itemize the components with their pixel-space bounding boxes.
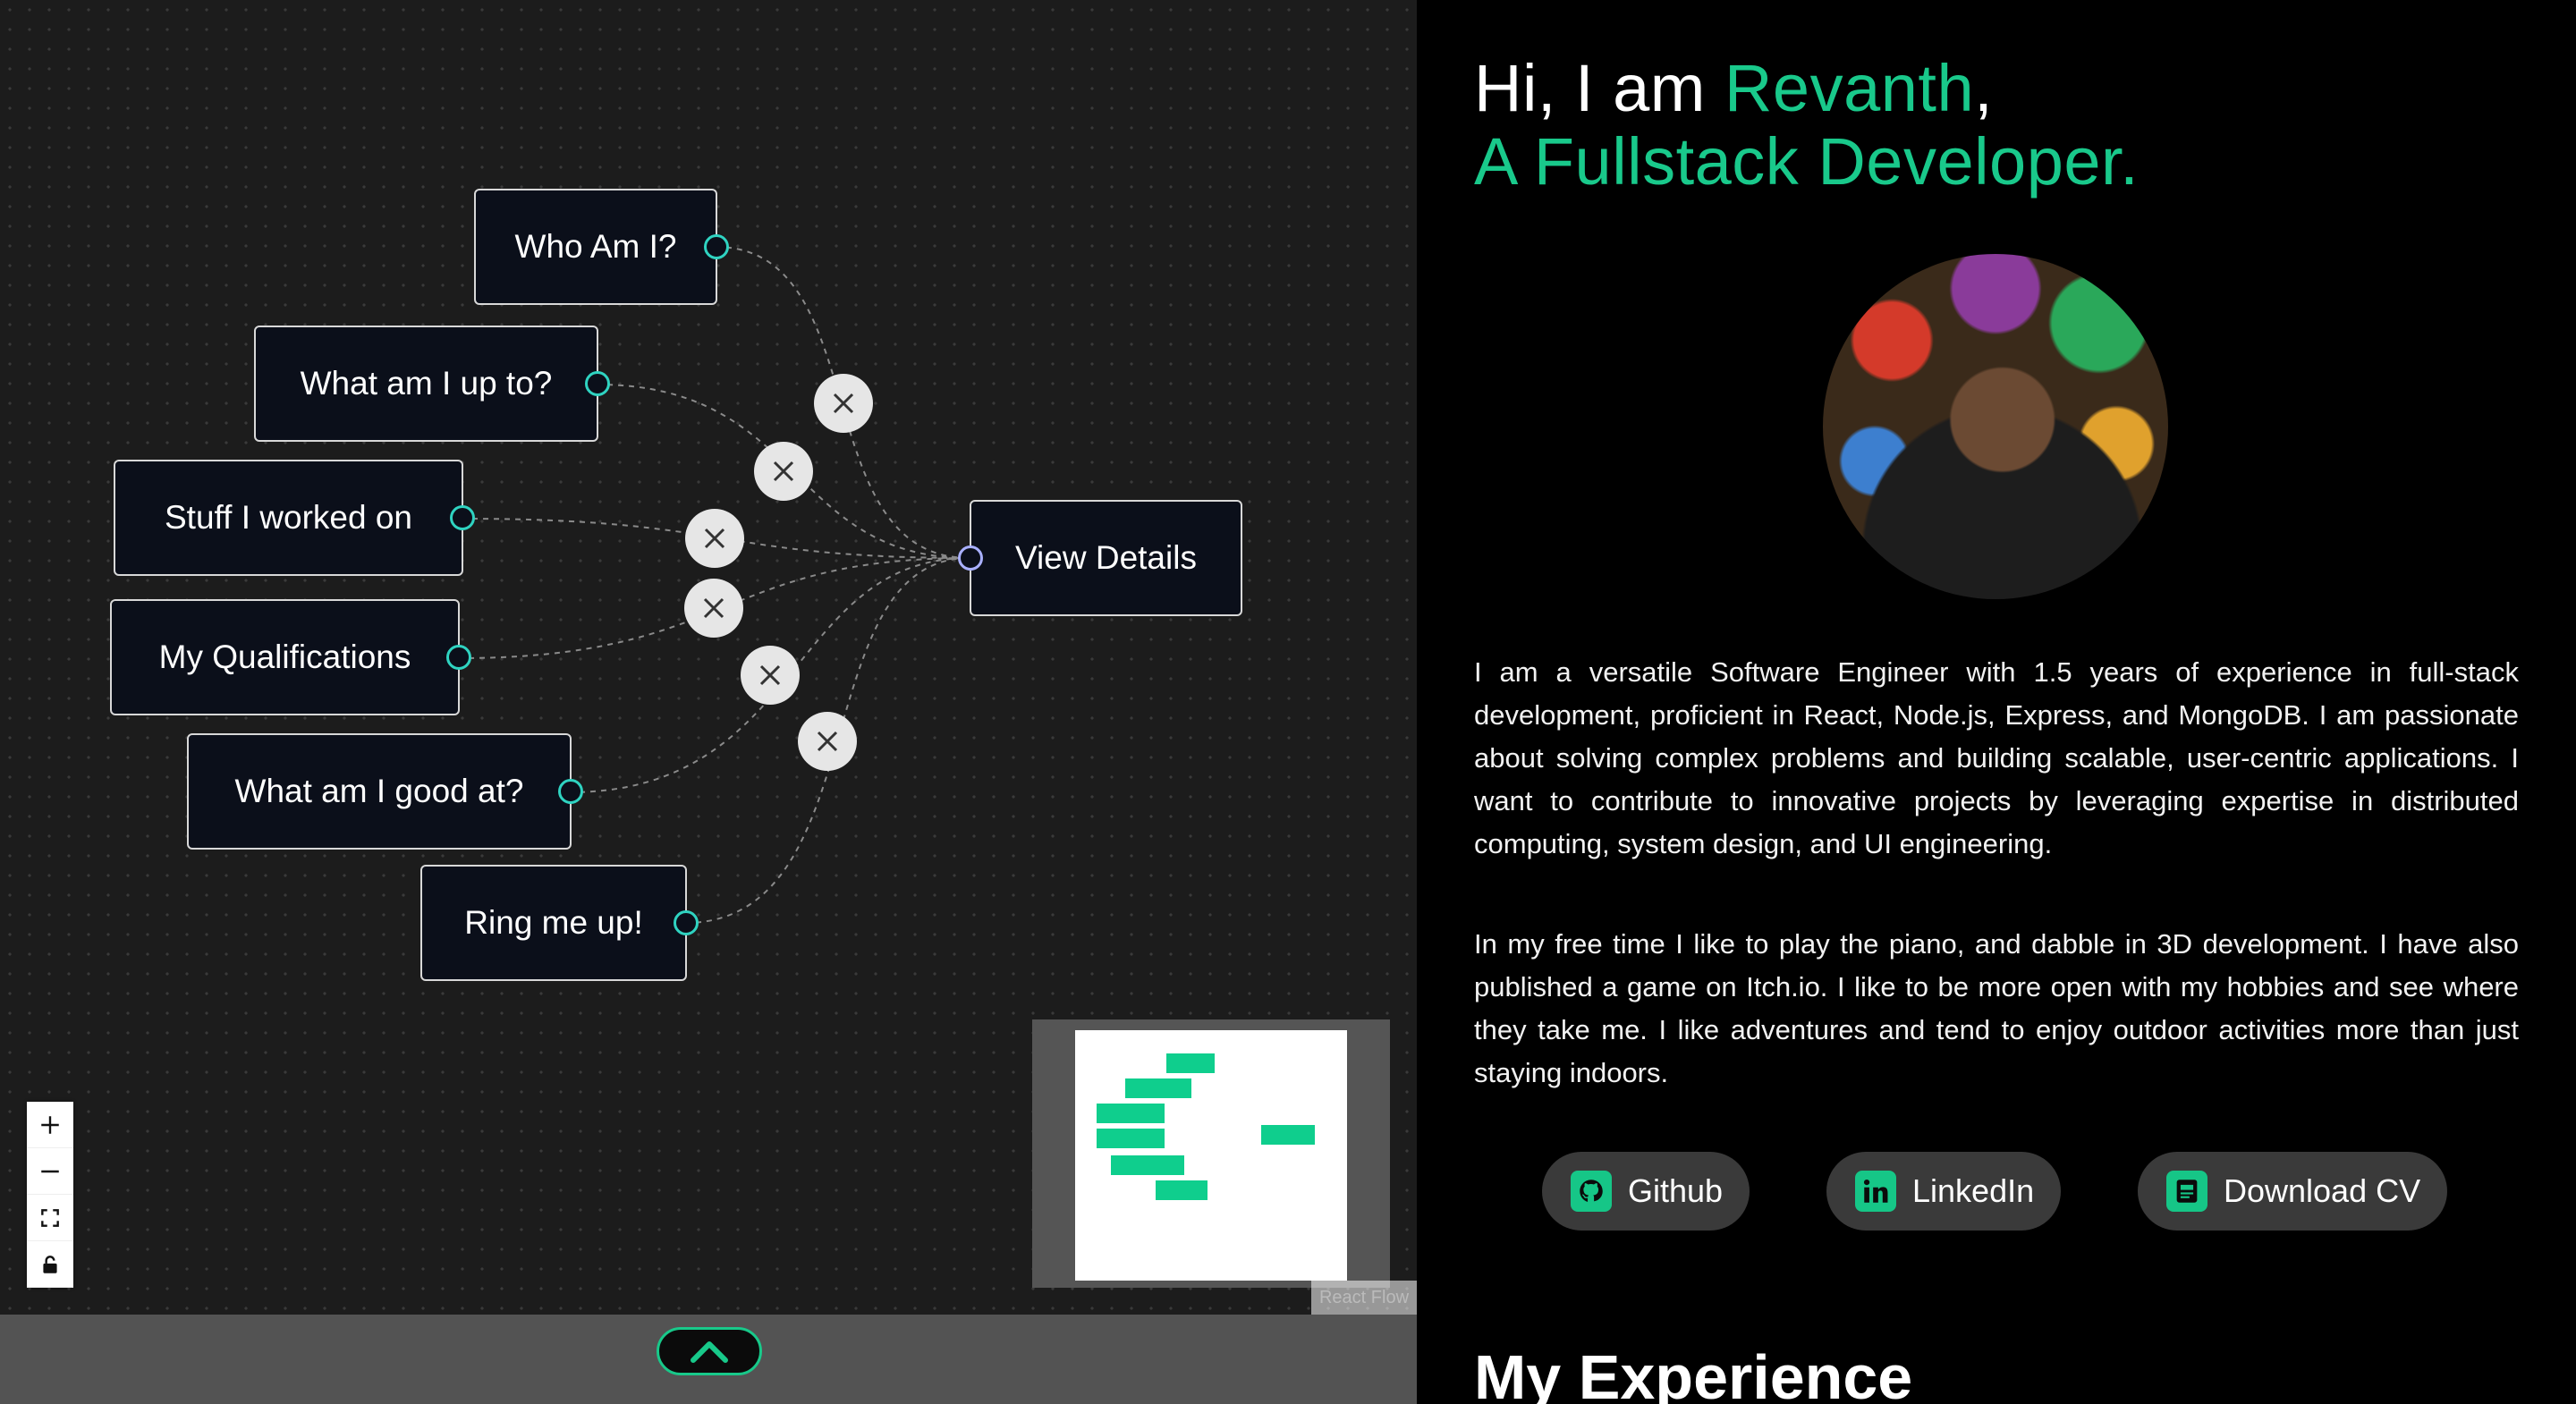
edge-delete-button[interactable] bbox=[741, 646, 800, 705]
zoom-in-button[interactable] bbox=[27, 1102, 73, 1148]
close-icon bbox=[759, 664, 781, 686]
node-source-handle[interactable] bbox=[558, 779, 583, 804]
edge-delete-button[interactable] bbox=[814, 374, 873, 433]
minimap[interactable] bbox=[1032, 1019, 1390, 1288]
edge-delete-button[interactable] bbox=[798, 712, 857, 771]
node-stuff-i-worked-on[interactable]: Stuff I worked on bbox=[114, 460, 475, 576]
hero-comma: , bbox=[1974, 51, 1994, 125]
react-flow-attribution[interactable]: React Flow bbox=[1311, 1281, 1417, 1315]
github-icon bbox=[1571, 1171, 1612, 1212]
minimap-node bbox=[1111, 1155, 1184, 1175]
close-icon bbox=[817, 731, 838, 752]
linkedin-icon bbox=[1855, 1171, 1896, 1212]
node-source-handle[interactable] bbox=[704, 234, 729, 259]
plus-icon bbox=[41, 1115, 59, 1134]
download-cv-button[interactable]: Download CV bbox=[2138, 1152, 2448, 1231]
close-icon bbox=[773, 461, 794, 482]
minimap-node bbox=[1097, 1129, 1165, 1148]
node-what-am-i-good-at[interactable]: What am I good at? bbox=[187, 733, 583, 850]
node-label: Stuff I worked on bbox=[165, 499, 412, 536]
zoom-out-button[interactable] bbox=[27, 1148, 73, 1195]
node-target-handle[interactable] bbox=[958, 546, 983, 571]
node-label: What am I good at? bbox=[234, 773, 524, 809]
node-source-handle[interactable] bbox=[585, 371, 610, 396]
hero-name: Revanth bbox=[1724, 51, 1975, 125]
download-cv-label: Download CV bbox=[2224, 1172, 2421, 1209]
close-icon bbox=[703, 597, 724, 619]
fit-view-icon bbox=[41, 1208, 59, 1227]
flow-controls bbox=[27, 1102, 73, 1288]
details-panel: Hi, I am Revanth, A Fullstack Developer.… bbox=[1417, 0, 2576, 1404]
node-label: Who Am I? bbox=[514, 228, 677, 265]
about-paragraph-1: I am a versatile Software Engineer with … bbox=[1474, 656, 2519, 859]
node-label: View Details bbox=[1015, 539, 1197, 576]
experience-heading: My Experience bbox=[1474, 1342, 1913, 1404]
node-source-handle[interactable] bbox=[450, 505, 475, 530]
close-icon bbox=[704, 528, 725, 549]
about-paragraph-2: In my free time I like to play the piano… bbox=[1474, 928, 2519, 1088]
lock-button[interactable] bbox=[27, 1241, 73, 1288]
node-source-handle[interactable] bbox=[446, 645, 471, 670]
avatar bbox=[1823, 254, 2168, 599]
hero-greeting: Hi, I am bbox=[1474, 51, 1724, 125]
bottom-bar bbox=[0, 1315, 1417, 1404]
minimap-node bbox=[1097, 1104, 1165, 1123]
hero-title: Hi, I am Revanth, A Fullstack Developer. bbox=[1474, 52, 2139, 199]
edge-delete-button[interactable] bbox=[754, 442, 813, 501]
node-view-details[interactable]: View Details bbox=[958, 500, 1242, 616]
pdf-icon bbox=[2166, 1171, 2207, 1212]
github-label: Github bbox=[1628, 1172, 1724, 1209]
fit-view-button[interactable] bbox=[27, 1195, 73, 1241]
minimap-node bbox=[1156, 1180, 1208, 1200]
chevron-up-icon bbox=[691, 1341, 728, 1363]
expand-toggle-button[interactable] bbox=[657, 1327, 762, 1375]
edge-delete-button[interactable] bbox=[685, 509, 744, 568]
minimap-node bbox=[1125, 1078, 1191, 1098]
edge-delete-button[interactable] bbox=[684, 579, 743, 638]
hero-role: A Fullstack Developer. bbox=[1474, 124, 2140, 199]
node-label: What am I up to? bbox=[300, 365, 553, 402]
close-icon bbox=[833, 393, 854, 414]
node-source-handle[interactable] bbox=[674, 910, 699, 935]
minimap-node bbox=[1261, 1125, 1315, 1145]
node-who-am-i[interactable]: Who Am I? bbox=[474, 189, 729, 305]
linkedin-button[interactable]: LinkedIn bbox=[1826, 1152, 2062, 1231]
node-what-am-i-up-to[interactable]: What am I up to? bbox=[254, 326, 610, 442]
linkedin-label: LinkedIn bbox=[1912, 1172, 2035, 1209]
node-ring-me-up[interactable]: Ring me up! bbox=[420, 865, 699, 981]
minus-icon bbox=[41, 1170, 59, 1172]
github-button[interactable]: Github bbox=[1542, 1152, 1750, 1231]
node-my-qualifications[interactable]: My Qualifications bbox=[110, 599, 471, 715]
node-label: My Qualifications bbox=[158, 639, 411, 675]
minimap-node bbox=[1166, 1053, 1215, 1073]
flow-canvas[interactable]: Who Am I? What am I up to? Stuff I worke… bbox=[0, 0, 1417, 1315]
minimap-viewport bbox=[1075, 1030, 1347, 1281]
lock-icon bbox=[43, 1255, 57, 1273]
node-label: Ring me up! bbox=[464, 904, 643, 941]
